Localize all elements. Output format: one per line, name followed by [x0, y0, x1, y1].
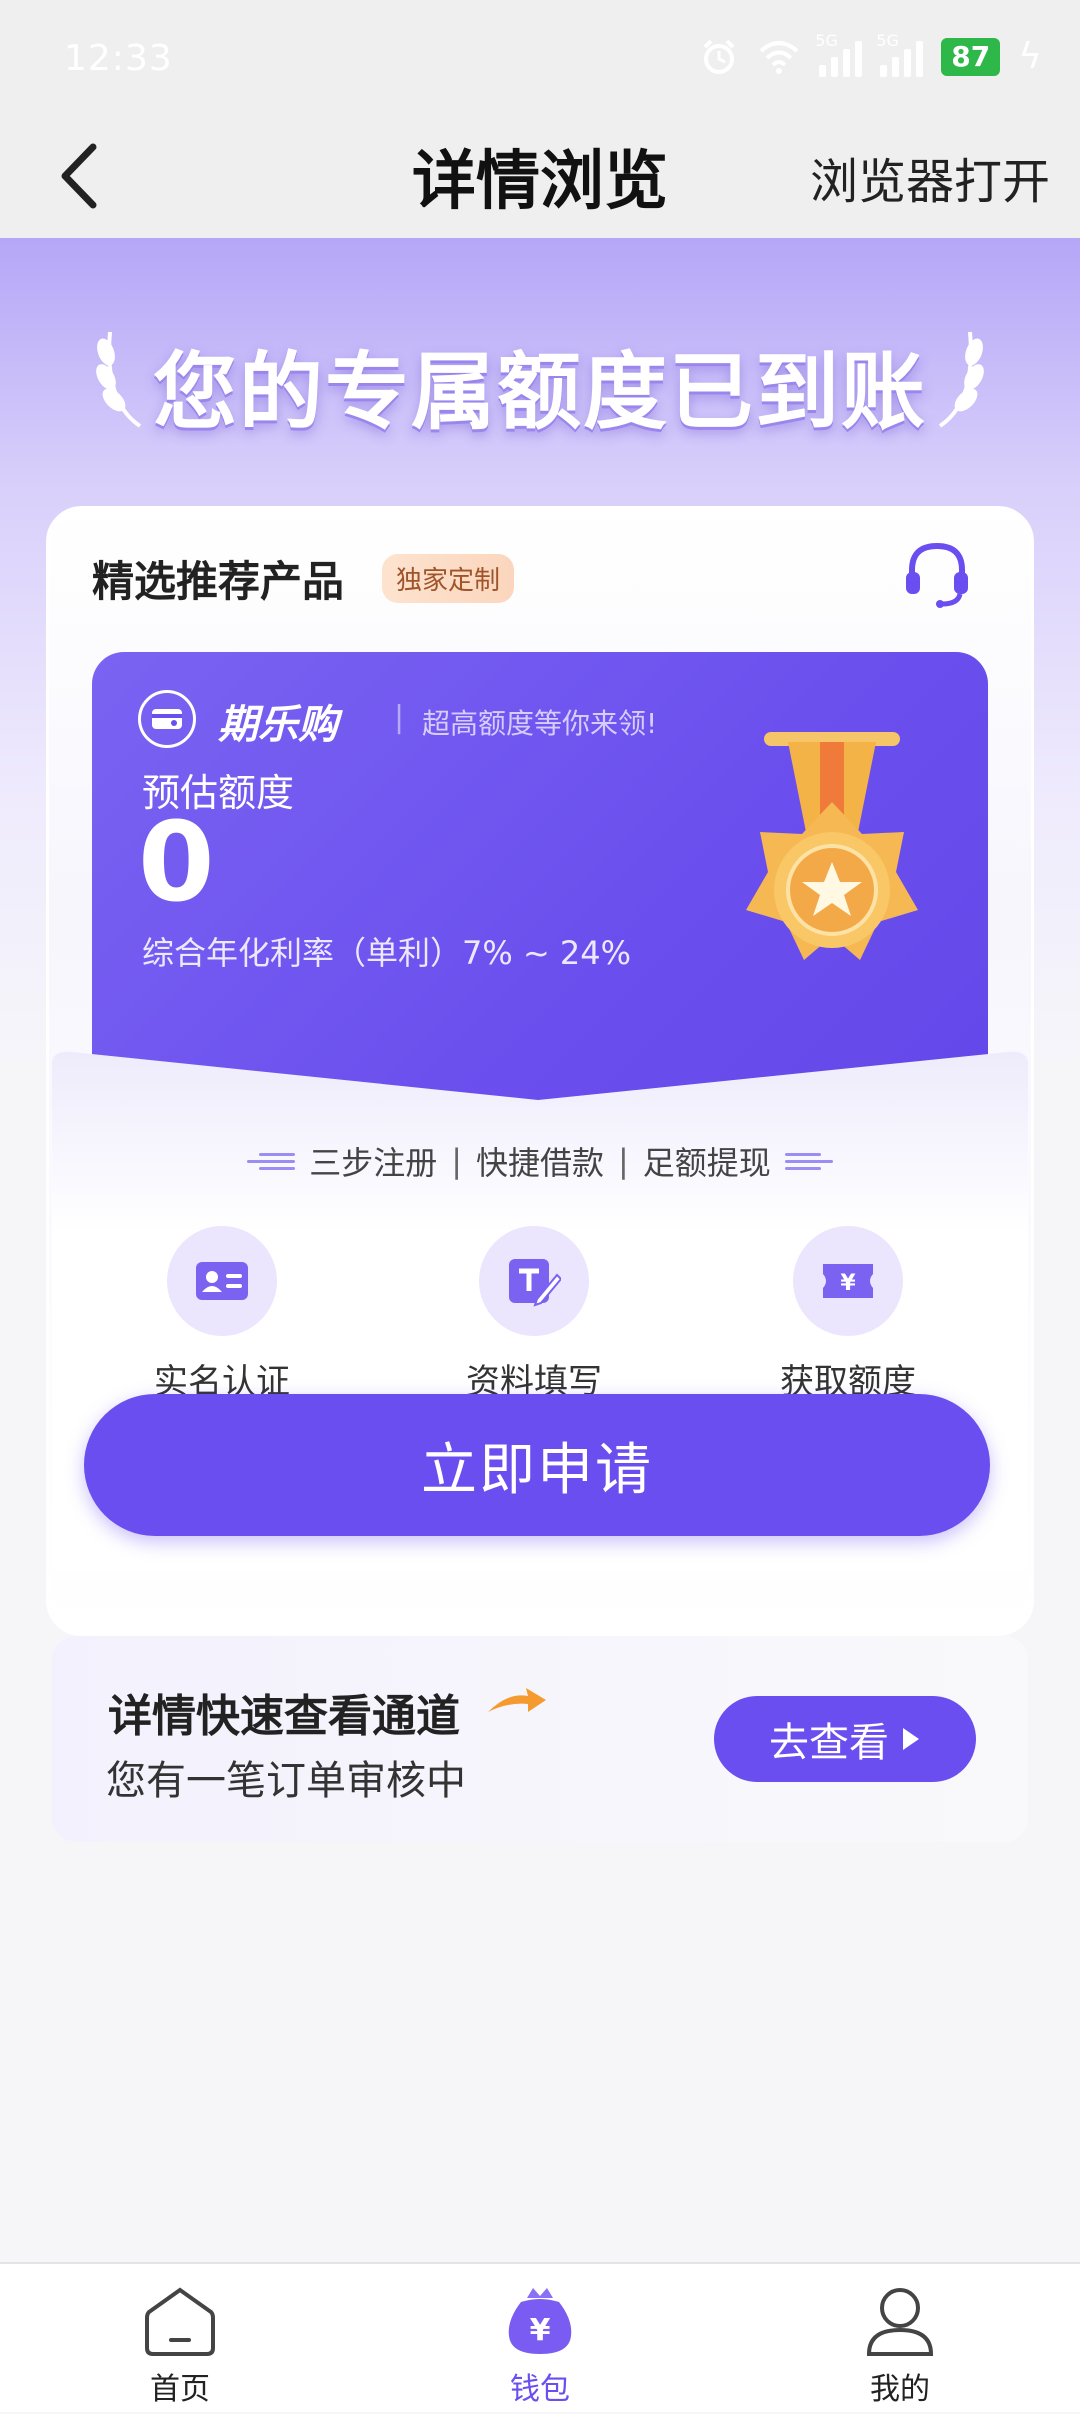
home-icon — [145, 2287, 215, 2356]
arrow-decoration-icon — [488, 1688, 546, 1712]
steps-title-part: 快捷借款 — [475, 1144, 604, 1182]
steps-title: 三步注册 | 快捷借款 | 足额提现 — [0, 1138, 1080, 1184]
nav-bar: 详情浏览 浏览器打开 — [0, 118, 1080, 238]
decor-lines-left — [247, 1152, 296, 1170]
profile-icon — [866, 2288, 934, 2356]
tab-label: 钱包 — [510, 2372, 570, 2407]
exclusive-tag: 独家定制 — [382, 554, 515, 603]
tab-label: 我的 — [870, 2372, 930, 2407]
hero-title: 您的专属额度已到账 — [152, 343, 927, 441]
medal-icon — [746, 732, 918, 960]
status-icons: 5G 5G 87 ϟ — [699, 31, 1042, 77]
bottom-tab-bar: 首页 ¥ 钱包 我的 — [0, 2262, 1080, 2412]
steps-title-part: 足额提现 — [642, 1144, 771, 1182]
yuan-ticket-icon: ¥ — [793, 1226, 903, 1336]
play-arrow-icon — [903, 1728, 919, 1750]
tab-home[interactable]: 首页 — [80, 2264, 280, 2414]
quick-view-title: 详情快速查看通道 — [108, 1691, 460, 1742]
quick-view-subtitle: 您有一笔订单审核中 — [106, 1758, 466, 1804]
product-slogan: 超高额度等你来领! — [422, 707, 658, 740]
signal-icon: 5G — [876, 31, 924, 77]
open-in-browser-button[interactable]: 浏览器打开 — [810, 142, 1050, 212]
charging-icon: ϟ — [1018, 36, 1042, 77]
card-heading: 精选推荐产品 — [92, 557, 345, 606]
step-real-name: 实名认证 — [122, 1226, 322, 1403]
edit-form-icon — [479, 1226, 589, 1336]
step-get-limit: ¥ 获取额度 — [748, 1226, 948, 1403]
battery-indicator: 87 — [941, 37, 1001, 76]
svg-text:¥: ¥ — [530, 2313, 551, 2348]
tab-wallet[interactable]: ¥ 钱包 — [440, 2264, 640, 2414]
signal-icon: 5G — [815, 31, 863, 77]
step-fill-info: 资料填写 — [434, 1226, 634, 1403]
steps-title-part: 三步注册 — [309, 1144, 438, 1182]
id-card-icon — [167, 1226, 277, 1336]
quick-view-card: 详情快速查看通道 您有一笔订单审核中 去查看 — [52, 1636, 1028, 1842]
apply-now-button[interactable]: 立即申请 — [84, 1394, 990, 1536]
status-bar: 12:33 5G 5G 87 ϟ — [0, 0, 1080, 118]
alarm-icon — [703, 39, 735, 74]
product-name: 期乐购 — [218, 702, 338, 748]
tab-label: 首页 — [150, 2372, 210, 2407]
view-details-label: 去查看 — [769, 1721, 889, 1765]
svg-text:¥: ¥ — [840, 1271, 856, 1296]
interest-rate: 综合年化利率（单利）7% ~ 24% — [142, 934, 632, 972]
separator: | — [394, 700, 405, 735]
status-time: 12:33 — [64, 38, 173, 79]
wallet-icon: ¥ — [508, 2288, 572, 2354]
wifi-icon — [759, 40, 799, 74]
tab-profile[interactable]: 我的 — [800, 2264, 1000, 2414]
estimate-value: 0 — [138, 798, 215, 926]
decor-lines-right — [784, 1152, 833, 1170]
customer-service-icon[interactable] — [898, 538, 976, 608]
view-details-button[interactable]: 去查看 — [714, 1696, 976, 1782]
product-logo-icon — [138, 690, 196, 748]
